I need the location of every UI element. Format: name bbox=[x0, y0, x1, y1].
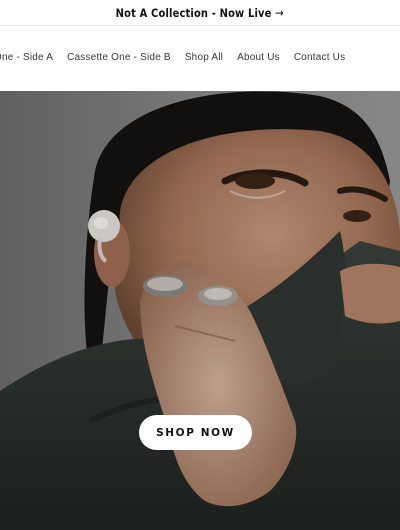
hero-banner: SHOP NOW bbox=[0, 91, 400, 530]
nav-item-cassette-one-side-b[interactable]: Cassette One - Side B bbox=[67, 52, 171, 63]
nav-item-cassette-one-side-a[interactable]: One - Side A bbox=[0, 52, 53, 63]
main-navigation: One - Side A Cassette One - Side B Shop … bbox=[0, 26, 400, 91]
announcement-bar: Not A Collection - Now Live → bbox=[0, 0, 400, 26]
hero-image bbox=[0, 91, 400, 530]
arrow-right-icon: → bbox=[275, 5, 285, 20]
announcement-text: Not A Collection - Now Live bbox=[115, 5, 272, 20]
nav-list: One - Side A Cassette One - Side B Shop … bbox=[0, 52, 359, 63]
nav-item-about-us[interactable]: About Us bbox=[237, 52, 280, 63]
nav-item-contact-us[interactable]: Contact Us bbox=[294, 52, 345, 63]
nav-item-shop-all[interactable]: Shop All bbox=[185, 52, 223, 63]
shop-now-button[interactable]: SHOP NOW bbox=[139, 415, 252, 450]
announcement-link[interactable]: Not A Collection - Now Live → bbox=[116, 6, 284, 20]
